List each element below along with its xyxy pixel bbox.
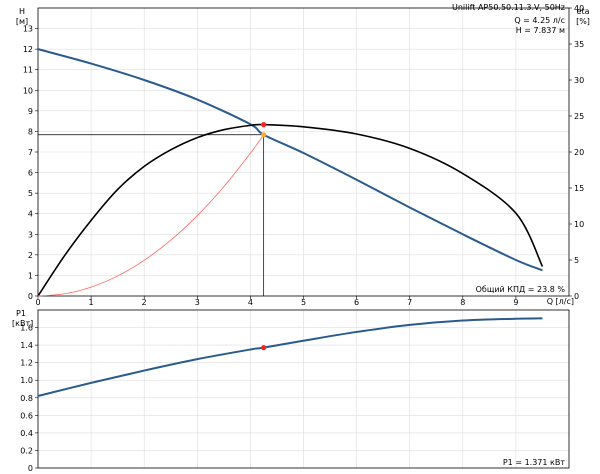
- x-tick-label: 1: [89, 298, 94, 307]
- y-tick-label: 1.4: [20, 341, 33, 350]
- y-tick-label: 8: [28, 127, 33, 136]
- y-tick-label: 0: [28, 464, 33, 473]
- y2-tick-label: 10: [574, 220, 584, 229]
- power-axis-label: P1: [16, 309, 26, 318]
- y-tick-label: 0.6: [20, 411, 33, 420]
- head-axis-label: H: [19, 7, 25, 16]
- y-tick-label: 4: [28, 210, 33, 219]
- duty-flow-readout: Q = 4.25 л/с: [514, 16, 565, 25]
- y-tick-label: 1.2: [20, 359, 33, 368]
- total-efficiency-readout: Общий КПД = 23.8 %: [476, 285, 566, 294]
- x-tick-label: 9: [513, 298, 518, 307]
- y2-tick-label: 20: [574, 148, 584, 157]
- y-tick-label: 11: [23, 66, 33, 75]
- x-tick-label: 8: [460, 298, 465, 307]
- y-tick-label: 1: [28, 271, 33, 280]
- y-tick-label: 1.0: [20, 376, 33, 385]
- duty-head-readout: H = 7.837 м: [516, 26, 565, 35]
- y-tick-label: 9: [28, 107, 33, 116]
- x-tick-label: 0: [35, 298, 40, 307]
- y2-tick-label: 25: [574, 112, 584, 121]
- y2-tick-label: 5: [574, 256, 579, 265]
- y2-tick-label: 30: [574, 76, 584, 85]
- pump-performance-chart: 012345678910111213 0510152025303540 0123…: [0, 0, 600, 474]
- x-tick-label: 7: [407, 298, 412, 307]
- y-tick-label: 3: [28, 230, 33, 239]
- y-tick-label: 5: [28, 189, 33, 198]
- y-tick-label: 0.2: [20, 446, 33, 455]
- x-tick-label: 5: [301, 298, 306, 307]
- x-tick-label: 2: [142, 298, 147, 307]
- power-readout: P1 = 1.371 кВт: [503, 458, 565, 467]
- y-tick-label: 7: [28, 148, 33, 157]
- flow-axis-label: Q [л/с]: [547, 297, 574, 306]
- duty-point-head-marker: [261, 132, 267, 138]
- power-duty-marker: [261, 345, 267, 351]
- y-tick-label: 6: [28, 169, 33, 178]
- x-tick-label: 4: [248, 298, 253, 307]
- power-axis-unit: [кВт]: [12, 319, 33, 328]
- efficiency-axis-label: eta: [577, 7, 590, 16]
- duty-point-efficiency-marker: [261, 122, 267, 128]
- x-tick-label: 3: [195, 298, 200, 307]
- x-tick-label: 6: [354, 298, 359, 307]
- y2-tick-label: 15: [574, 184, 584, 193]
- y-tick-label: 0.8: [20, 394, 33, 403]
- y-tick-label: 10: [23, 86, 33, 95]
- y-tick-label: 0.4: [20, 429, 33, 438]
- efficiency-axis-unit: [%]: [576, 17, 590, 26]
- y-tick-label: 0: [28, 292, 33, 301]
- pump-model-title: Unilift AP50.50.11.3.V, 50Hz: [452, 3, 565, 12]
- y-tick-label: 12: [23, 45, 33, 54]
- y-tick-label: 2: [28, 251, 33, 260]
- y2-tick-label: 35: [574, 40, 584, 49]
- y2-tick-label: 0: [574, 292, 579, 301]
- duty-point-power-marker: [261, 345, 267, 351]
- head-axis-unit: [м]: [16, 17, 28, 26]
- chart-background: [0, 0, 600, 474]
